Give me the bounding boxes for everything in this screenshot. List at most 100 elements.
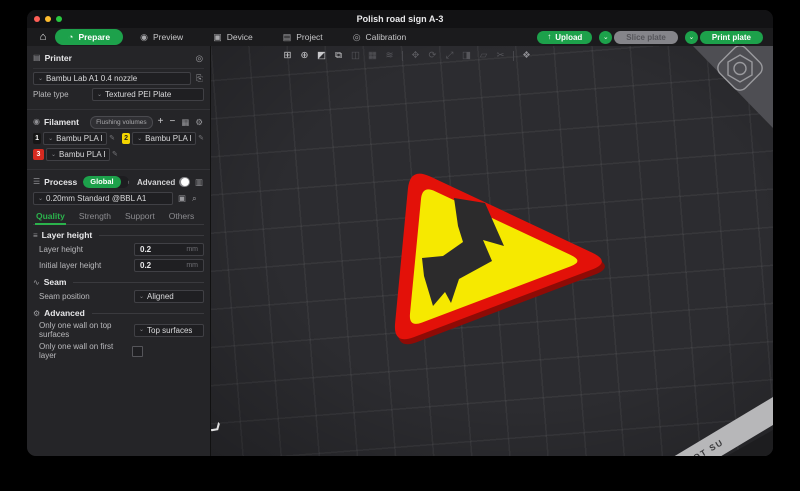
close-button[interactable] (34, 16, 40, 22)
one-wall-first-layer-checkbox[interactable] (132, 346, 143, 357)
print-button-group: ⌄ Print plate (685, 31, 763, 44)
printer-connection-icon[interactable]: ◎ (195, 54, 204, 63)
printer-section: ▤ Printer ◎ ⌄ Bambu Lab A1 0.4 nozzle ⎘ (27, 49, 210, 106)
scope-objects-button[interactable]: Objects (121, 178, 129, 187)
seam-group-header: ∿ Seam (33, 277, 204, 287)
compare-presets-icon[interactable]: ▥ (194, 178, 204, 187)
printer-section-title: Printer (45, 53, 72, 63)
filament-3-swatch[interactable]: 3 (33, 149, 44, 160)
print-plate-button[interactable]: Print plate (700, 31, 763, 44)
layer-height-group-header: ≡ Layer height (33, 230, 204, 240)
process-tab-strength[interactable]: Strength (78, 209, 112, 224)
traffic-lights (34, 16, 62, 22)
printer-preset-select[interactable]: ⌄ Bambu Lab A1 0.4 nozzle (33, 72, 191, 85)
filament-3-select[interactable]: ⌄ Bambu PLA Basic (46, 148, 110, 161)
upload-button[interactable]: ↑ Upload (537, 31, 592, 44)
layer-height-icon: ≡ (33, 231, 38, 240)
window-titlebar: Polish road sign A-3 (27, 10, 773, 28)
tab-calibration[interactable]: ◎ Calibration (340, 29, 420, 45)
model-road-sign-a3[interactable] (211, 46, 773, 456)
minimize-button[interactable] (45, 16, 51, 22)
filament-section: ◉ Filament Flushing volumes + − ▦ ⚙ 1 ⌄ (27, 113, 210, 166)
process-scope-switch: Global Objects (83, 176, 129, 188)
filament-1-swatch[interactable]: 1 (33, 133, 41, 144)
filament-3-edit-icon[interactable]: ✎ (112, 151, 118, 158)
process-tab-quality[interactable]: Quality (35, 209, 66, 224)
tab-preview[interactable]: ◉ Preview (127, 29, 196, 45)
slice-plate-button: Slice plate (614, 31, 678, 44)
chevron-down-icon: ⌄ (38, 196, 43, 202)
chevron-down-icon: ⌄ (38, 76, 43, 82)
zoom-button[interactable] (56, 16, 62, 22)
seam-icon: ∿ (33, 278, 40, 287)
printer-sync-icon[interactable]: ⎘ (195, 74, 204, 83)
scope-global-button[interactable]: Global (83, 176, 120, 188)
seam-position-label: Seam position (39, 292, 134, 301)
tab-project[interactable]: ▤ Project (270, 29, 336, 45)
ams-icon[interactable]: ▦ (180, 118, 190, 127)
tab-label: Calibration (366, 32, 407, 42)
filament-2-select[interactable]: ⌄ Bambu PLA Basic (132, 132, 196, 145)
layer-height-input[interactable]: 0.2 mm (134, 243, 204, 256)
add-filament-button[interactable]: + (157, 117, 165, 127)
seam-position-select[interactable]: ⌄ Aligned (134, 290, 204, 303)
project-icon: ▤ (283, 33, 292, 42)
initial-layer-height-input[interactable]: 0.2 mm (134, 259, 204, 272)
process-tab-support[interactable]: Support (124, 209, 156, 224)
tab-device[interactable]: ▣ Device (200, 29, 266, 45)
filament-icon: ◉ (33, 118, 40, 126)
device-icon: ▣ (213, 33, 222, 42)
one-wall-top-select[interactable]: ⌄ Top surfaces (134, 324, 204, 337)
prepare-sidebar: ▤ Printer ◎ ⌄ Bambu Lab A1 0.4 nozzle ⎘ (27, 46, 211, 456)
initial-layer-height-label: Initial layer height (39, 261, 134, 270)
flushing-volumes-button[interactable]: Flushing volumes (90, 116, 153, 129)
chevron-down-icon: ⌄ (97, 92, 102, 98)
filament-1-select[interactable]: ⌄ Bambu PLA Basic (43, 132, 107, 145)
search-icon[interactable]: ⌕ (191, 194, 198, 203)
advanced-group-header: ⚙ Advanced (33, 308, 204, 318)
plate-actions: ↑ Upload ⌄ Slice plate ⌄ Print plate (537, 31, 765, 44)
process-preset-select[interactable]: ⌄ 0.20mm Standard @BBL A1 (33, 192, 173, 205)
process-section-title: Process (44, 177, 77, 187)
chevron-down-icon: ⌄ (139, 294, 144, 300)
chevron-down-icon: ⌄ (137, 136, 142, 142)
chevron-down-icon: ⌄ (139, 327, 144, 333)
advanced-icon: ⚙ (33, 309, 40, 318)
print-options-chevron-icon[interactable]: ⌄ (685, 31, 698, 44)
chevron-down-icon: ⌄ (48, 136, 53, 142)
one-wall-top-label: Only one wall on top surfaces (39, 321, 134, 339)
printer-icon: ▤ (33, 54, 41, 62)
remove-filament-button[interactable]: − (169, 117, 177, 127)
slice-options-chevron-icon[interactable]: ⌄ (599, 31, 612, 44)
one-wall-first-layer-label: Only one wall on first layer (39, 342, 132, 360)
preview-icon: ◉ (140, 33, 148, 42)
desktop: Polish road sign A-3 ⌂ ◔ Prepare ◉ Previ… (0, 0, 800, 491)
filament-1-edit-icon[interactable]: ✎ (109, 135, 115, 142)
bambu-studio-window: Polish road sign A-3 ⌂ ◔ Prepare ◉ Previ… (27, 10, 773, 456)
advanced-toggle[interactable] (179, 177, 190, 187)
filament-2-swatch[interactable]: 2 (122, 133, 130, 144)
tab-label: Prepare (78, 32, 110, 42)
layer-height-label: Layer height (39, 245, 134, 254)
filament-2-edit-icon[interactable]: ✎ (198, 135, 204, 142)
process-icon: ☰ (33, 178, 40, 186)
main-tab-bar: ⌂ ◔ Prepare ◉ Preview ▣ Device ▤ Project… (27, 28, 773, 46)
advanced-label: Advanced (137, 178, 175, 187)
process-tab-others[interactable]: Others (168, 209, 196, 224)
slice-button-group: ⌄ Slice plate (599, 31, 678, 44)
calibration-icon: ◎ (353, 33, 361, 42)
filament-settings-icon[interactable]: ⚙ (194, 118, 204, 127)
tab-prepare[interactable]: ◔ Prepare (55, 29, 123, 45)
filament-section-title: Filament (44, 117, 79, 127)
chevron-down-icon: ⌄ (51, 152, 56, 158)
tab-label: Project (296, 32, 322, 42)
viewport-3d[interactable]: ⊞⊕◩⧉◫▦≋✥⟳⤢◨▱✂❖ △ HOT SU (211, 46, 773, 456)
save-preset-icon[interactable]: ▣ (177, 194, 187, 203)
plate-type-select[interactable]: ⌄ Textured PEI Plate (92, 88, 204, 101)
tab-label: Device (227, 32, 253, 42)
plate-type-label: Plate type (33, 90, 69, 99)
process-tabs: Quality Strength Support Others (33, 209, 204, 225)
home-icon[interactable]: ⌂ (35, 29, 51, 45)
tab-label: Preview (153, 32, 183, 42)
process-section: ☰ Process Global Objects Advanced ▥ (27, 173, 210, 365)
